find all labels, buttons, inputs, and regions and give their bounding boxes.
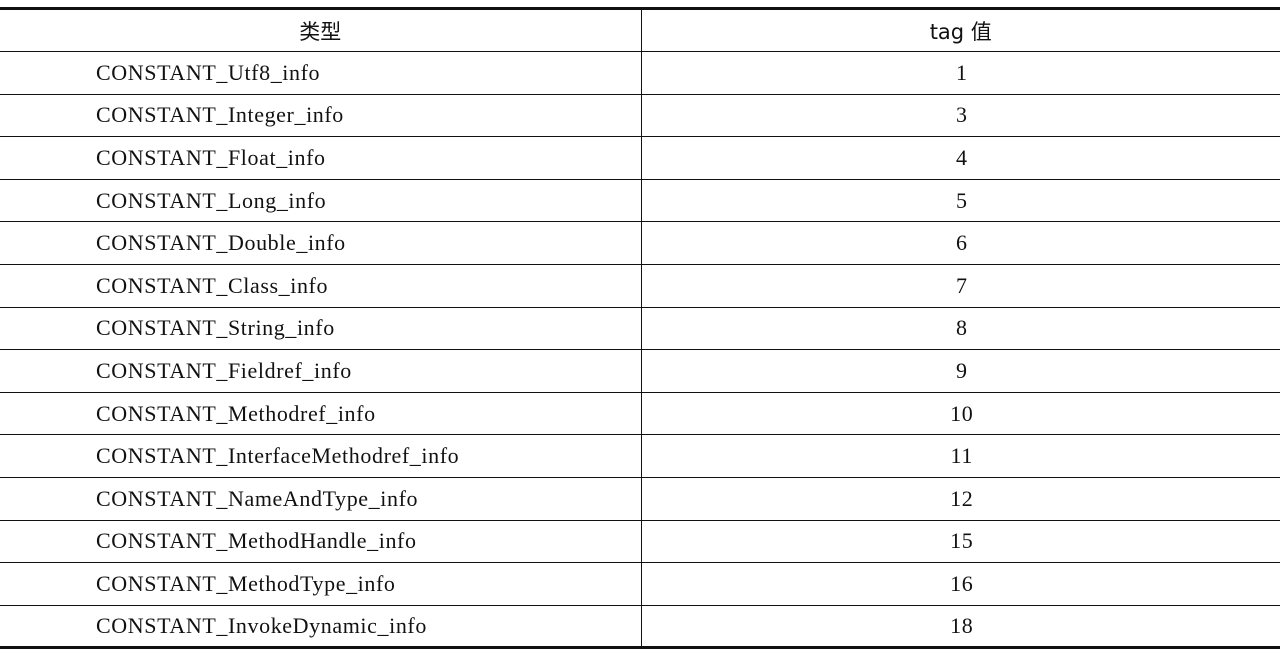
table-row: CONSTANT_Methodref_info 10 <box>0 392 1280 436</box>
type-cell: CONSTANT_NameAndType_info <box>0 477 641 521</box>
tag-cell: 18 <box>640 605 1280 650</box>
type-cell: CONSTANT_Class_info <box>0 264 641 308</box>
tag-cell: 11 <box>640 434 1280 478</box>
type-cell: CONSTANT_Float_info <box>0 136 641 180</box>
table-row: CONSTANT_Long_info 5 <box>0 179 1280 223</box>
type-cell: CONSTANT_Integer_info <box>0 94 641 138</box>
type-cell: CONSTANT_Methodref_info <box>0 392 641 436</box>
type-cell: CONSTANT_String_info <box>0 307 641 351</box>
type-cell: CONSTANT_MethodType_info <box>0 562 641 606</box>
table-row: CONSTANT_InterfaceMethodref_info 11 <box>0 434 1280 478</box>
type-cell: CONSTANT_InterfaceMethodref_info <box>0 434 641 478</box>
table-row: CONSTANT_Fieldref_info 9 <box>0 349 1280 393</box>
header-row: 类型 tag 值 <box>0 7 1280 52</box>
type-cell: CONSTANT_MethodHandle_info <box>0 520 641 564</box>
constant-pool-tag-table: 类型 tag 值 CONSTANT_Utf8_info 1 CONSTANT_I… <box>0 7 1280 650</box>
tag-cell: 6 <box>640 221 1280 265</box>
header-type: 类型 <box>0 7 641 52</box>
tag-cell: 15 <box>640 520 1280 564</box>
tag-cell: 10 <box>640 392 1280 436</box>
table-row: CONSTANT_Class_info 7 <box>0 264 1280 308</box>
tag-cell: 7 <box>640 264 1280 308</box>
table-row: CONSTANT_NameAndType_info 12 <box>0 477 1280 521</box>
table-row: CONSTANT_Integer_info 3 <box>0 94 1280 138</box>
tag-cell: 9 <box>640 349 1280 393</box>
data-table: 类型 tag 值 CONSTANT_Utf8_info 1 CONSTANT_I… <box>0 7 1280 650</box>
tag-cell: 1 <box>640 51 1280 95</box>
tag-cell: 4 <box>640 136 1280 180</box>
table-row: CONSTANT_InvokeDynamic_info 18 <box>0 605 1280 650</box>
table-row: CONSTANT_String_info 8 <box>0 307 1280 351</box>
tag-cell: 16 <box>640 562 1280 606</box>
table-row: CONSTANT_Utf8_info 1 <box>0 51 1280 95</box>
tag-cell: 12 <box>640 477 1280 521</box>
tag-cell: 5 <box>640 179 1280 223</box>
header-tag-value: tag 值 <box>640 7 1280 52</box>
table-row: CONSTANT_Double_info 6 <box>0 221 1280 265</box>
table-row: CONSTANT_Float_info 4 <box>0 136 1280 180</box>
type-cell: CONSTANT_Fieldref_info <box>0 349 641 393</box>
tag-cell: 8 <box>640 307 1280 351</box>
type-cell: CONSTANT_Utf8_info <box>0 51 641 95</box>
table-row: CONSTANT_MethodType_info 16 <box>0 562 1280 606</box>
type-cell: CONSTANT_Double_info <box>0 221 641 265</box>
type-cell: CONSTANT_InvokeDynamic_info <box>0 605 641 650</box>
table-body: CONSTANT_Utf8_info 1 CONSTANT_Integer_in… <box>0 51 1280 650</box>
type-cell: CONSTANT_Long_info <box>0 179 641 223</box>
table-header: 类型 tag 值 <box>0 7 1280 52</box>
tag-cell: 3 <box>640 94 1280 138</box>
table-row: CONSTANT_MethodHandle_info 15 <box>0 520 1280 564</box>
